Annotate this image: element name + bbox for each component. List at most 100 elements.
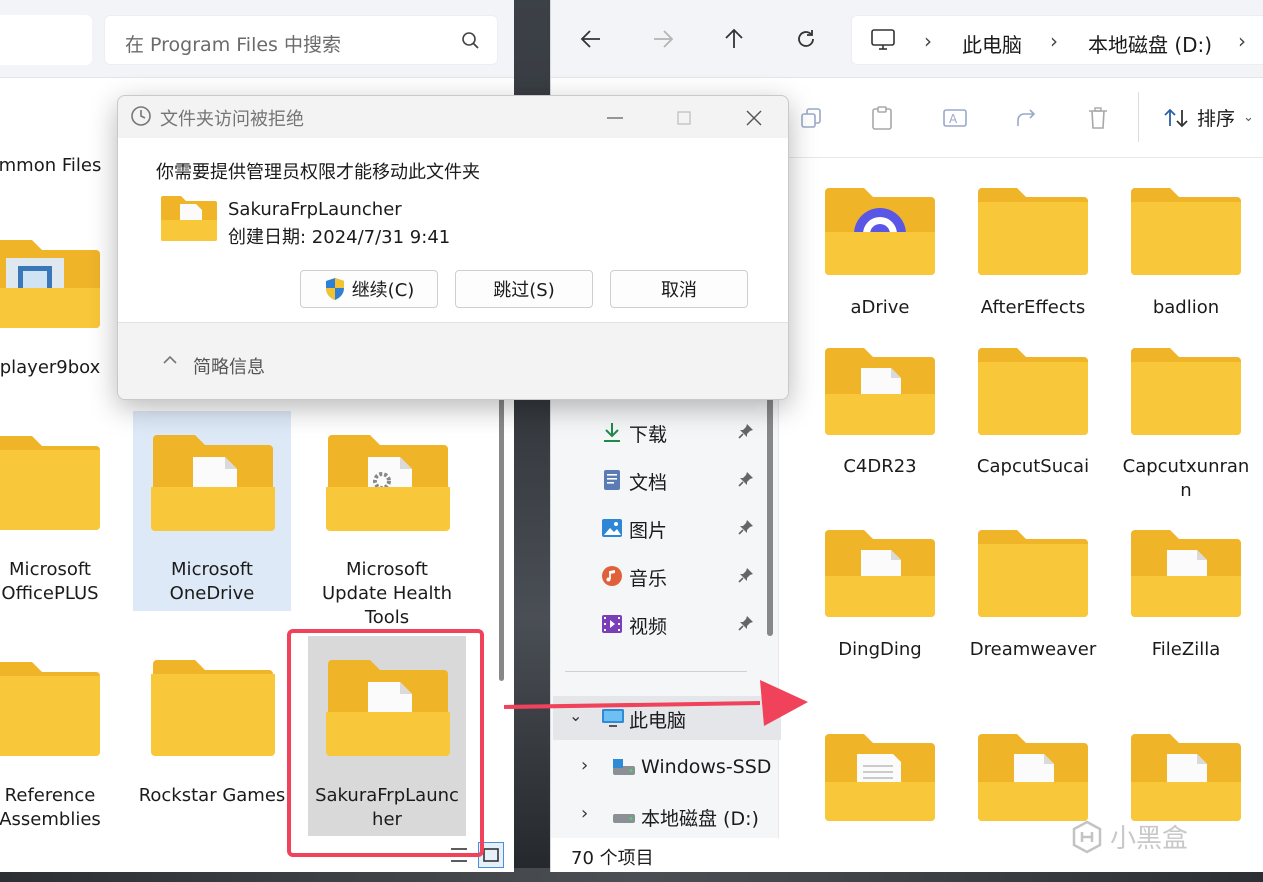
- folder-icon: [1131, 348, 1241, 435]
- minimize-button[interactable]: [592, 101, 638, 135]
- svg-text:A: A: [949, 112, 958, 126]
- folder-tile[interactable]: Microsoft OfficePLUS: [0, 432, 140, 612]
- folder-label: DingDing: [838, 639, 922, 660]
- tree-item-local-disk-d[interactable]: › 本地磁盘 (D:): [551, 794, 779, 838]
- up-button[interactable]: [719, 24, 749, 54]
- created-date: 创建日期: 2024/7/31 9:41: [228, 227, 451, 248]
- pin-icon[interactable]: [737, 422, 755, 440]
- folder-label: badlion: [1152, 297, 1220, 318]
- folder-icon: [978, 348, 1088, 435]
- folder-icon: [1131, 734, 1241, 821]
- cancel-button[interactable]: 取消: [610, 270, 748, 308]
- folder-icon: [825, 530, 935, 617]
- chevron-right-icon[interactable]: ›: [581, 755, 588, 776]
- folder-tile[interactable]: badlion: [1111, 180, 1261, 330]
- skip-button[interactable]: 跳过(S): [455, 270, 593, 308]
- refresh-icon: [798, 30, 814, 47]
- chevron-right-icon[interactable]: ›: [581, 803, 588, 824]
- watermark: 小黑盒: [1070, 818, 1188, 855]
- tree-item-windows-ssd[interactable]: › Windows-SSD: [551, 746, 779, 790]
- back-button[interactable]: [576, 24, 606, 54]
- folder-tile[interactable]: Dreamweaver: [958, 522, 1108, 672]
- highlight-box: [287, 629, 484, 857]
- folder-tile[interactable]: FileZilla: [1111, 522, 1261, 672]
- paste-button[interactable]: [868, 104, 896, 132]
- search-input[interactable]: 在 Program Files 中搜索: [104, 15, 498, 65]
- folder-label: AfterEffects: [980, 297, 1086, 318]
- sort-label: 排序: [1197, 108, 1236, 130]
- arrow-right-icon: [654, 30, 674, 48]
- continue-button[interactable]: 继续(C): [300, 270, 438, 308]
- folder-tile[interactable]: CapcutSucai: [958, 340, 1108, 500]
- rename-button[interactable]: A: [941, 104, 969, 132]
- search-icon[interactable]: [461, 31, 481, 55]
- scrollbar-thumb[interactable]: [499, 398, 504, 681]
- nav-scrollbar[interactable]: [767, 398, 773, 636]
- pin-icon[interactable]: [737, 614, 755, 632]
- folder-tile[interactable]: [1111, 732, 1261, 832]
- drag-arrow-icon: [503, 680, 808, 726]
- drive-icon: [613, 814, 635, 823]
- share-button[interactable]: [1013, 104, 1041, 132]
- chevron-up-icon[interactable]: [162, 354, 178, 366]
- delete-button[interactable]: [1084, 104, 1112, 132]
- maximize-button[interactable]: [661, 101, 707, 135]
- refresh-button[interactable]: [791, 24, 821, 54]
- rename-icon: A: [943, 109, 967, 127]
- folder-tile-selected[interactable]: Microsoft OneDrive: [133, 411, 291, 611]
- close-button[interactable]: [731, 101, 777, 135]
- chevron-down-icon: ⌄: [1243, 110, 1254, 125]
- nav-label: 下载: [629, 424, 668, 446]
- folder-tile[interactable]: Reference Assemblies: [0, 658, 140, 838]
- share-icon: [1017, 109, 1036, 126]
- folder-icon: [326, 435, 450, 531]
- copy-button[interactable]: [797, 104, 825, 132]
- folder-icon: [978, 530, 1088, 617]
- nav-item-downloads[interactable]: 下载: [551, 410, 779, 454]
- nav-item-music[interactable]: 音乐: [551, 554, 779, 598]
- folder-icon: [161, 196, 217, 241]
- tree-label: Windows-SSD: [641, 756, 772, 778]
- dialog-title: 文件夹访问被拒绝: [160, 109, 304, 130]
- address-bar[interactable]: › 此电脑 › 本地磁盘 (D:) ›: [851, 15, 1263, 65]
- breadcrumb-item[interactable]: 此电脑: [962, 29, 1022, 58]
- folder-tile[interactable]: [805, 732, 955, 832]
- item-count: 70 个项目: [571, 848, 654, 869]
- clock-icon: [131, 106, 151, 126]
- nav-item-pictures[interactable]: 图片: [551, 506, 779, 550]
- folder-tile[interactable]: Rockstar Games: [133, 636, 291, 836]
- folder-icon: [978, 734, 1088, 821]
- breadcrumb-item[interactable]: 本地磁盘 (D:): [1088, 29, 1212, 58]
- minimize-icon: [607, 117, 623, 119]
- folder-tile[interactable]: DingDing: [805, 522, 955, 672]
- folder-tile[interactable]: C4DR23: [805, 340, 955, 500]
- continue-label: 继续(C): [351, 280, 415, 301]
- vertical-scrollbar[interactable]: [497, 398, 507, 838]
- watermark-text: 小黑盒: [1110, 824, 1189, 854]
- chevron-right-icon: ›: [1050, 29, 1058, 53]
- folder-icon: [0, 240, 100, 328]
- folder-tile[interactable]: Microsoft Update Health Tools: [308, 411, 466, 631]
- forward-button[interactable]: [648, 24, 678, 54]
- folder-tile[interactable]: aDrive: [805, 180, 955, 330]
- left-address-bar[interactable]: [0, 15, 92, 65]
- fewer-details-link[interactable]: 简略信息: [193, 353, 265, 379]
- arrow-left-icon: [580, 30, 600, 48]
- folder-tile[interactable]: AfterEffects: [958, 180, 1108, 330]
- folder-icon: [825, 734, 935, 821]
- nav-item-videos[interactable]: 视频: [551, 602, 779, 646]
- folder-tile[interactable]: [958, 732, 1108, 832]
- sort-button[interactable]: 排序 ⌄: [1163, 104, 1254, 131]
- tiles-view-icon: [483, 848, 499, 862]
- folder-label: Capcutxunran n: [1122, 456, 1250, 501]
- pictures-icon: [602, 519, 622, 537]
- nav-item-documents[interactable]: 文档: [551, 458, 779, 502]
- dialog-title-bar: 文件夹访问被拒绝: [118, 96, 788, 138]
- document-icon: [604, 470, 620, 490]
- folder-label: C4DR23: [843, 456, 917, 477]
- pin-icon[interactable]: [737, 518, 755, 536]
- folder-tile[interactable]: Capcutxunran n: [1111, 340, 1261, 510]
- pin-icon[interactable]: [737, 470, 755, 488]
- folder-label: CapcutSucai: [976, 456, 1090, 477]
- pin-icon[interactable]: [737, 566, 755, 584]
